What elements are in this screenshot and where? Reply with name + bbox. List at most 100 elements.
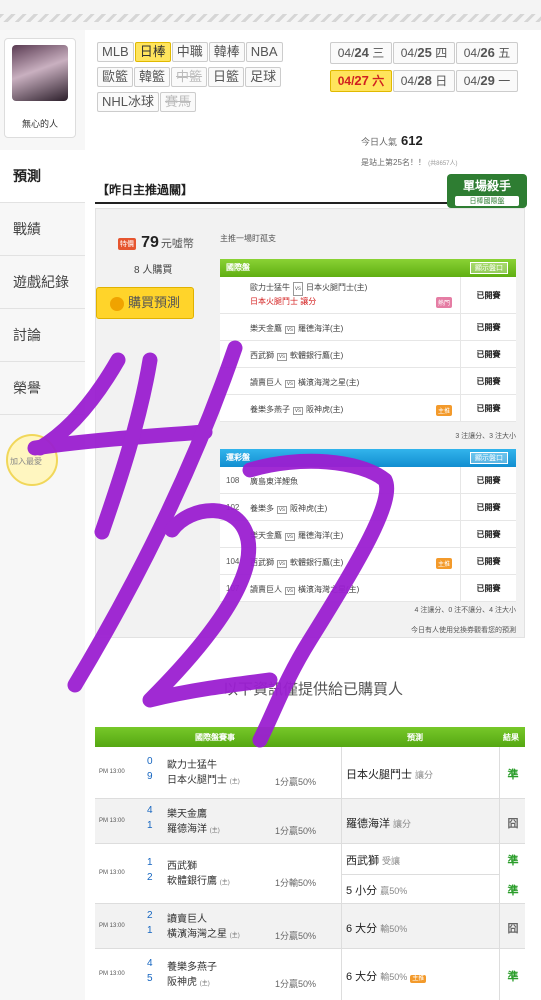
sport-tag[interactable]: 韓棒 <box>208 42 245 62</box>
sport-tag[interactable]: 歐籃 <box>97 67 134 87</box>
prediction-odds: 讓分 <box>393 818 412 829</box>
date-weekday: 三 <box>372 46 385 60</box>
status: 已開賽 <box>460 314 516 340</box>
game-number: 104 <box>226 557 240 566</box>
date-tab[interactable]: 04/27 六 <box>330 70 392 92</box>
result-cell: 囧 <box>499 904 525 948</box>
intl-table-title: 國際盤 <box>226 263 250 272</box>
home-team: 日本火腿鬥士 (主) <box>167 771 240 786</box>
date-day: 25 <box>417 45 432 60</box>
avatar[interactable] <box>12 45 68 101</box>
prediction-pick: 西武獅 <box>346 855 379 867</box>
result-cell: 準 <box>499 949 525 1000</box>
sidebar-item-predict[interactable]: 預測 <box>0 150 85 203</box>
prediction-odds: 輸50% <box>380 923 408 934</box>
home-team: 軟體銀行鷹(主) <box>290 558 344 567</box>
vs-icon: vs <box>285 533 295 541</box>
sport-tag[interactable]: 日籃 <box>208 67 245 87</box>
prediction-flag: 主推 <box>410 975 427 983</box>
match: 樂天金鷹 vs 羅德海洋(主) <box>250 323 343 334</box>
home-mark: (主) <box>219 880 230 886</box>
date-tab[interactable]: 04/25 四 <box>393 42 455 64</box>
prediction-odds: 讓分 <box>415 770 434 780</box>
handicap-line: 1分輸50% <box>275 878 317 888</box>
game-number: 108 <box>226 476 240 485</box>
prediction-cell: 6 大分 輸50% <box>341 904 499 948</box>
match: 西武獅 vs 軟體銀行鷹(主) <box>250 557 343 568</box>
sidebar-item-discussion[interactable]: 討論 <box>0 309 85 362</box>
match-time: PM 13:00 <box>99 769 125 775</box>
prediction: 6 大分 輸50% <box>346 920 407 936</box>
home-team: 羅德海洋 (主) <box>167 820 220 835</box>
prediction: 6 大分 輸50% 主推 <box>346 968 427 984</box>
sidebar-item-game-log[interactable]: 遊戲紀錄 <box>0 256 85 309</box>
sidebar-item-record[interactable]: 戰績 <box>0 203 85 256</box>
date-month: 04/ <box>400 46 418 60</box>
handicap-line: 1分贏50% <box>275 825 317 836</box>
top-bar-pattern <box>0 14 541 22</box>
buy-prediction-button[interactable]: 購買預測 <box>96 287 194 319</box>
lottery-row: 108 廣島東洋鯉魚 已開賽 <box>220 467 516 494</box>
home-mark: (主) <box>199 981 210 987</box>
lottery-show-odds-button[interactable]: 顯示盤口 <box>470 452 508 464</box>
home-score: 1 <box>147 924 153 936</box>
away-score: 0 <box>147 756 153 767</box>
row-flag: 熱門 <box>436 297 453 308</box>
sport-tag[interactable]: 韓籃 <box>134 67 171 87</box>
date-tab[interactable]: 04/24 三 <box>330 42 392 64</box>
date-weekday: 一 <box>498 74 511 88</box>
away-team: 西武獅 <box>250 351 274 360</box>
intl-row: 歐力士猛牛 vs 日本火腿鬥士(主) 日本火腿鬥士 讓分 熱門 已開賽 <box>220 277 516 314</box>
result-header-match: 國際盤賽事 <box>195 733 235 742</box>
date-tab[interactable]: 04/29 一 <box>456 70 518 92</box>
result-cell: 囧 <box>499 799 525 843</box>
sport-tag[interactable]: 中職 <box>171 42 208 62</box>
date-day: 28 <box>417 73 432 88</box>
date-tab[interactable]: 04/26 五 <box>456 42 518 64</box>
home-team: 橫濱海灣之星(主) <box>298 378 360 387</box>
sidebar-item-honor[interactable]: 榮譽 <box>0 362 85 415</box>
date-month: 04/ <box>337 74 355 88</box>
away-team: 讀賣巨人 <box>167 913 207 925</box>
vs-icon: vs <box>277 353 287 361</box>
home-team-name: 軟體銀行鷹 <box>167 876 217 887</box>
lottery-row: 102 養樂多 vs 阪神虎(主) 已開賽 <box>220 494 516 521</box>
sport-tag[interactable]: NBA <box>245 42 283 62</box>
killer-badge: 單場殺手 日棒國際盤 <box>447 174 527 208</box>
sport-tag[interactable]: 足球 <box>245 67 282 87</box>
date-weekday: 五 <box>498 46 511 60</box>
badge-sub: 日棒國際盤 <box>455 196 519 206</box>
date-tab[interactable]: 04/28 日 <box>393 70 455 92</box>
home-team: 阪神虎(主) <box>290 504 328 513</box>
sport-tag[interactable]: NHL冰球 <box>97 92 160 112</box>
vs-icon: vs <box>293 407 303 415</box>
lottery-table-title: 運彩盤 <box>226 453 250 462</box>
profile-card[interactable]: 無心的人 <box>4 38 76 138</box>
home-team: 橫濱海灣之星(主) <box>298 585 360 594</box>
sport-tag: 賽馬 <box>160 92 197 112</box>
date-month: 04/ <box>400 74 418 88</box>
prediction: 羅德海洋 讓分 <box>346 815 411 831</box>
intro-text: 主推一場盯孤支 <box>220 234 276 243</box>
buyers-only-notice: 以下資訊僅提供給已購買人 <box>222 681 403 698</box>
result-header-result: 結果 <box>503 733 519 742</box>
away-team: 養樂多燕子 <box>250 405 290 414</box>
result-mark: 囧 <box>507 922 519 935</box>
sport-tag[interactable]: MLB <box>97 42 134 62</box>
date-month: 04/ <box>463 46 481 60</box>
result-table-header: 國際盤賽事 預測 結果 <box>95 727 525 747</box>
home-team: 日本火腿鬥士(主) <box>306 283 368 292</box>
coin-icon <box>109 296 124 311</box>
lottery-table-header: 運彩盤 顯示盤口 <box>220 449 516 467</box>
status: 已開賽 <box>460 395 516 421</box>
result-mark: 準 <box>507 855 519 867</box>
intl-show-odds-button[interactable]: 顯示盤口 <box>470 262 508 274</box>
result-mark: 準 <box>507 885 519 897</box>
result-mark: 準 <box>507 971 519 983</box>
home-mark: (主) <box>209 827 220 834</box>
sport-tag[interactable]: 日棒 <box>134 42 171 62</box>
home-team-name: 羅德海洋 <box>167 823 207 835</box>
prediction-pick: 6 大分 <box>346 922 378 935</box>
prediction-cell: 西武獅 受讓 5 小分 贏50% <box>341 844 499 903</box>
favorite-bulb[interactable]: 加入最愛 <box>4 430 64 500</box>
